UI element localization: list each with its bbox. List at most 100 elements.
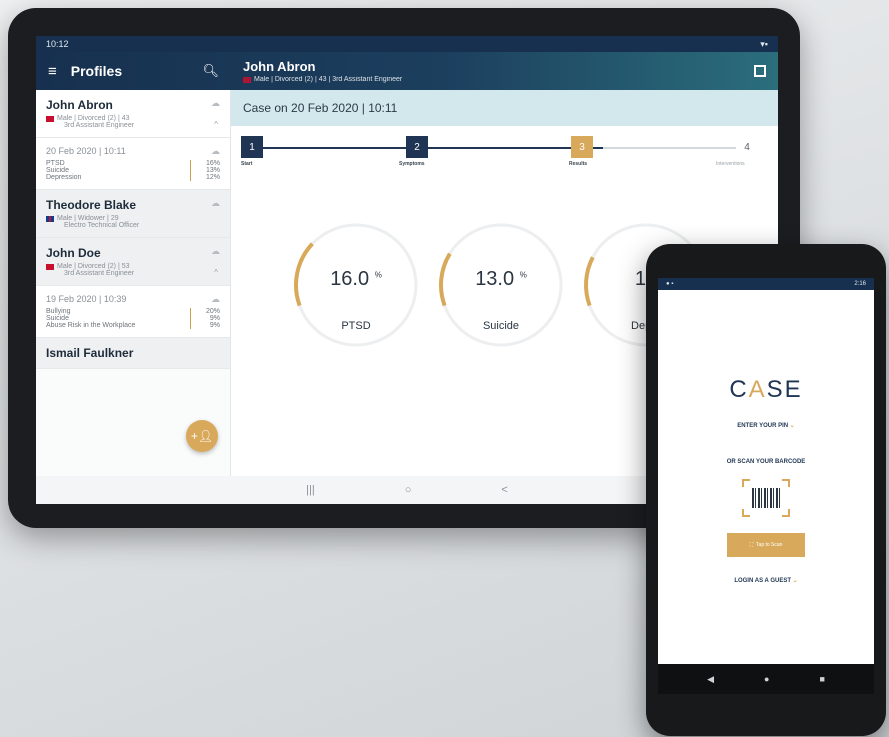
barcode-icon [742, 479, 790, 517]
profile-name: John Doe [46, 246, 101, 260]
scan-frame-icon: ⛶ [749, 542, 754, 548]
cloud-icon: ☁ [211, 98, 220, 108]
gauge-unit: % [519, 270, 527, 280]
patient-subtitle: Male | Divorced (2) | 43 | 3rd Assistant… [254, 76, 403, 83]
logo-text: SE [766, 376, 803, 403]
search-icon[interactable]: 🔍︎ [202, 63, 219, 79]
phone-screen: ● ▪ 2:16 CASE ENTER YOUR PIN ⌄ OR SCAN Y… [658, 278, 874, 694]
profile-item[interactable]: John Doe Male | Divorced (2) | 53 3rd As… [36, 238, 230, 286]
back-button[interactable]: ◀ [707, 674, 714, 685]
case-row-label: PTSD [46, 160, 65, 167]
step-label: Results [569, 161, 588, 167]
case-logo: CASE [658, 376, 874, 404]
scan-barcode-label: OR SCAN YOUR BARCODE [726, 459, 806, 465]
chevron-up-icon[interactable]: ^ [214, 268, 218, 277]
case-row-label: Bullying [46, 308, 71, 315]
patient-name: John Abron [243, 59, 316, 74]
case-row-label: Suicide [46, 315, 69, 322]
case-row-value: 9% [190, 322, 220, 329]
profile-name: Ismail Faulkner [46, 346, 134, 360]
profile-name: John Abron [46, 98, 113, 112]
page-title: Profiles [70, 63, 123, 79]
status-time: 2:16 [854, 281, 866, 287]
step-label: Interventions [716, 161, 745, 167]
case-entry[interactable]: 19 Feb 2020 | 10:39 ☁ Bullying 20% Suicid… [36, 286, 230, 338]
fullscreen-icon[interactable] [754, 65, 766, 77]
profile-role: 3rd Assistant Engineer [64, 122, 135, 129]
step-4[interactable]: 4 [736, 136, 758, 158]
profile-item[interactable]: Ismail Faulkner [36, 338, 230, 369]
step-line-progress [257, 147, 603, 149]
home-button[interactable]: ● [764, 674, 769, 684]
scan-button-label: Tap to Scan [756, 542, 783, 548]
case-row-value: 16% [190, 160, 220, 167]
cloud-icon: ☁ [211, 146, 220, 156]
status-icons-left: ● ▪ [666, 281, 674, 287]
cloud-icon: ☁ [211, 246, 220, 256]
case-entry[interactable]: 20 Feb 2020 | 10:11 ☁ PTSD 16% Suicide 13%… [36, 138, 230, 190]
profile-item[interactable]: Theodore Blake Male | Widower | 29 Elect… [36, 190, 230, 238]
logo-text: C [729, 376, 749, 403]
step-label: Symptoms [399, 161, 425, 167]
recents-button[interactable]: ||| [306, 484, 315, 496]
flag-icon [46, 115, 54, 122]
gauge-label: Suicide [482, 320, 520, 332]
profile-item[interactable]: John Abron Male | Divorced (2) | 43 3rd … [36, 90, 230, 138]
case-row-value: 20% [190, 308, 220, 315]
step-1[interactable]: 1 [241, 136, 263, 158]
add-profile-button[interactable]: +👤︎ [186, 420, 218, 452]
gauge-unit: % [374, 270, 382, 280]
enter-pin-label: ENTER YOUR PIN [737, 423, 789, 429]
case-row-label: Depression [46, 174, 82, 181]
case-row-value: 12% [190, 174, 220, 181]
app-bar: ≡ Profiles 🔍︎ John Abron Male | Divorced… [36, 52, 778, 90]
case-row-label: Suicide [46, 167, 69, 174]
chevron-down-icon: ⌄ [789, 423, 795, 429]
phone-nav-bar: ◀ ● ■ [658, 664, 874, 694]
add-user-icon: +👤︎ [190, 429, 214, 443]
step-label: Start [241, 161, 253, 167]
guest-login-link[interactable]: LOGIN AS A GUEST ⌄ [658, 577, 874, 584]
profile-role: Electro Technical Officer [64, 222, 140, 229]
case-row-value: 9% [190, 315, 220, 322]
stepper: 1 2 3 4 Start Symptoms Results Intervent… [241, 126, 768, 178]
cloud-icon: ☁ [211, 294, 220, 304]
flag-icon [46, 263, 54, 270]
profile-meta: Male | Divorced (2) | 53 [57, 263, 130, 270]
gauge-value: 13.0 [475, 268, 515, 290]
cloud-icon: ☁ [211, 198, 220, 208]
case-row-label: Abuse Risk in the Workplace [46, 322, 136, 329]
flag-icon [243, 76, 251, 83]
step-2[interactable]: 2 [406, 136, 428, 158]
tablet-status-bar: 10:12 ▾▪ [36, 36, 778, 52]
recents-button[interactable]: ■ [819, 674, 824, 684]
phone-status-bar: ● ▪ 2:16 [658, 278, 874, 290]
case-date: 20 Feb 2020 | 10:11 [46, 146, 126, 156]
enter-pin-link[interactable]: ENTER YOUR PIN ⌄ [658, 422, 874, 429]
profiles-sidebar: John Abron Male | Divorced (2) | 43 3rd … [36, 90, 231, 504]
gauge-value: 16.0 [330, 268, 370, 290]
case-header: Case on 20 Feb 2020 | 10:11 [231, 90, 778, 126]
flag-icon [46, 215, 54, 222]
profile-name: Theodore Blake [46, 198, 137, 212]
logo-text-accent: A [748, 376, 767, 403]
gauge-suicide[interactable]: 13.0 % Suicide [436, 220, 566, 350]
profile-role: 3rd Assistant Engineer [64, 270, 135, 277]
status-time: 10:12 [46, 39, 69, 49]
status-icons: ▾▪ [760, 38, 768, 49]
profile-meta: Male | Divorced (2) | 43 [57, 115, 130, 122]
gauge-ptsd[interactable]: 16.0 % PTSD [291, 220, 421, 350]
tap-to-scan-button[interactable]: ⛶ Tap to Scan [727, 533, 805, 557]
phone-device: ● ▪ 2:16 CASE ENTER YOUR PIN ⌄ OR SCAN Y… [646, 244, 886, 736]
chevron-up-icon[interactable]: ^ [214, 120, 218, 129]
menu-icon[interactable]: ≡ [48, 63, 57, 80]
home-button[interactable]: ○ [405, 484, 412, 496]
back-button[interactable]: < [501, 484, 507, 496]
profile-meta: Male | Widower | 29 [57, 215, 119, 222]
case-date: 19 Feb 2020 | 10:39 [46, 294, 127, 304]
step-3[interactable]: 3 [571, 136, 593, 158]
gauge-label: PTSD [341, 320, 371, 332]
guest-label: LOGIN AS A GUEST [734, 578, 791, 584]
case-row-value: 13% [190, 167, 220, 174]
chevron-down-icon: ⌄ [792, 578, 798, 584]
